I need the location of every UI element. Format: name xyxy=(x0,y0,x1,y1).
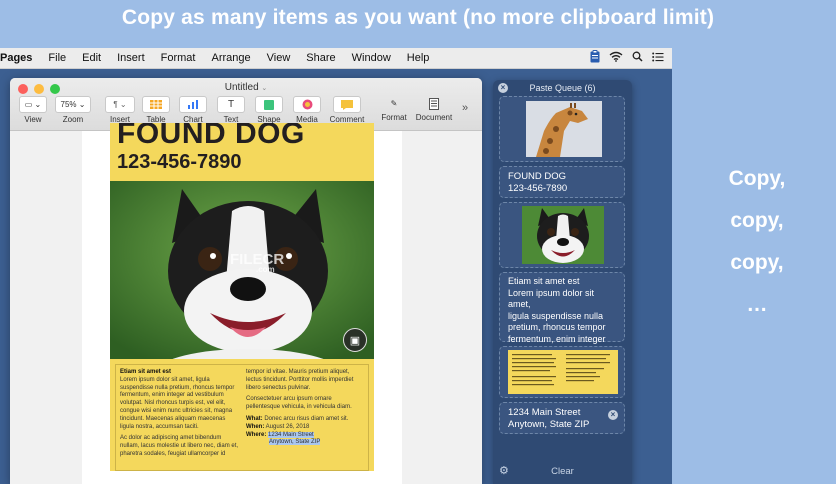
clear-button[interactable]: Clear xyxy=(493,466,632,477)
chart-icon xyxy=(179,96,207,113)
clipboard-icon[interactable] xyxy=(590,50,600,63)
toolbar-zoom[interactable]: 75% ⌄ Zoom xyxy=(54,96,92,124)
queue-text-line: ligula suspendisse nulla xyxy=(508,310,604,321)
flyer-column-1: Etiam sit amet est Lorem ipsum dolor sit… xyxy=(120,369,240,459)
paste-queue-footer: ⚙ Clear xyxy=(493,462,632,480)
queue-text-line: Anytown, State ZIP xyxy=(508,419,590,430)
giraffe-image xyxy=(526,101,602,157)
flyer-title: FOUND DOG xyxy=(117,123,305,150)
toolbar-insert[interactable]: ¶ ⌄ Insert xyxy=(104,96,136,124)
menu-view[interactable]: View xyxy=(259,52,299,64)
queue-item-giraffe[interactable] xyxy=(499,96,625,162)
toolbar-shape[interactable]: Shape xyxy=(254,96,284,124)
toolbar-overflow-icon[interactable]: » xyxy=(462,102,468,114)
queue-item-flyer[interactable] xyxy=(499,346,625,398)
queue-item-dog[interactable] xyxy=(499,202,625,268)
flyer-column-2: tempor id vitae. Mauris pretium aliquet,… xyxy=(246,369,366,447)
comment-icon xyxy=(333,96,361,113)
flyer-paragraph-3: tempor id vitae. Mauris pretium aliquet,… xyxy=(246,369,354,391)
close-icon[interactable]: × xyxy=(498,83,508,93)
queue-item-lorem[interactable]: Etiam sit amet est Lorem ipsum dolor sit… xyxy=(499,272,625,355)
queue-text-line: 1234 Main Street xyxy=(508,407,581,418)
toolbar-comment[interactable]: Comment xyxy=(328,96,366,124)
queue-item-address[interactable]: 1234 Main Street Anytown, State ZIP × xyxy=(499,402,625,434)
flyer: FOUND DOG 123-456-7890 ▣ FILECR .com Eti… xyxy=(110,123,374,471)
table-icon xyxy=(142,96,170,113)
document-icon xyxy=(421,96,447,111)
toolbar-text[interactable]: T Text xyxy=(216,96,246,124)
paste-queue-title: × Paste Queue (6) xyxy=(493,80,632,97)
menu-arrange[interactable]: Arrange xyxy=(203,52,258,64)
toolbar-chart[interactable]: Chart xyxy=(178,96,208,124)
menu-share[interactable]: Share xyxy=(298,52,343,64)
search-icon[interactable] xyxy=(632,51,643,62)
toolbar-document[interactable]: Document xyxy=(412,96,456,122)
flyer-paragraph-2: Ac dolor ac adipiscing amet bibendum nul… xyxy=(120,435,239,457)
menu-app-pages[interactable]: Pages xyxy=(0,52,40,64)
queue-text-line: 123-456-7890 xyxy=(508,183,568,194)
window-title: Untitled ⌄ xyxy=(224,82,268,93)
toolbar-view[interactable]: ▭ ⌄ View xyxy=(18,96,48,124)
paste-queue-panel: × Paste Queue (6) FOUND DOG 123-456-7890 xyxy=(493,80,632,484)
flyer-phone: 123-456-7890 xyxy=(117,151,242,173)
side-caption-line: … xyxy=(746,293,768,316)
flyer-when: When: August 26, 2018 xyxy=(246,423,310,430)
menu-file[interactable]: File xyxy=(40,52,74,64)
dog-image xyxy=(522,206,604,264)
toolbar-format[interactable]: ✎ Format xyxy=(378,96,410,122)
image-placeholder-icon[interactable]: ▣ xyxy=(343,328,367,352)
flyer-where: Where: 1234 Main Street Anytown, State ZI… xyxy=(246,431,321,446)
queue-item-found-dog[interactable]: FOUND DOG 123-456-7890 xyxy=(499,166,625,198)
queue-text-line: Lorem ipsum dolor sit amet, xyxy=(508,287,595,310)
menu-bar: Pages File Edit Insert Format Arrange Vi… xyxy=(0,48,672,69)
side-caption: Copy, copy, copy, … xyxy=(712,158,802,326)
text-icon: T xyxy=(217,96,245,113)
menu-insert[interactable]: Insert xyxy=(109,52,153,64)
wifi-icon[interactable] xyxy=(609,51,623,62)
watermark: FILECR .com xyxy=(230,251,285,274)
flyer-subheading: Etiam sit amet est xyxy=(120,369,172,375)
menu-help[interactable]: Help xyxy=(399,52,438,64)
toolbar-media[interactable]: Media xyxy=(292,96,322,124)
menu-edit[interactable]: Edit xyxy=(74,52,109,64)
menu-status-icons xyxy=(590,50,664,63)
menu-window[interactable]: Window xyxy=(344,52,399,64)
shape-icon xyxy=(255,96,283,113)
paragraph-icon: ¶ ⌄ xyxy=(105,96,135,113)
flyer-paragraph-4: Consectetuer arcu ipsum ornare pellentes… xyxy=(246,396,352,411)
remove-item-icon[interactable]: × xyxy=(608,410,618,420)
side-caption-line: copy, xyxy=(730,251,784,274)
flyer-thumbnail xyxy=(508,350,618,394)
flyer-details: Etiam sit amet est Lorem ipsum dolor sit… xyxy=(115,364,369,471)
headline: Copy as many items as you want (no more … xyxy=(121,6,715,29)
zoom-select[interactable]: 75% ⌄ xyxy=(55,96,91,113)
list-icon[interactable] xyxy=(652,52,664,62)
format-icon: ✎ xyxy=(390,99,398,108)
media-icon xyxy=(293,96,321,113)
toolbar-table[interactable]: Table xyxy=(141,96,171,124)
queue-text-line: FOUND DOG xyxy=(508,171,567,182)
view-icon: ▭ ⌄ xyxy=(19,96,47,113)
flyer-what: What: Donec arcu risus diam amet sit. xyxy=(246,415,349,422)
flyer-paragraph-1: Lorem ipsum dolor sit amet, ligula suspe… xyxy=(120,376,235,430)
queue-text-line: pretium, rhoncus tempor xyxy=(508,322,606,332)
queue-text-line: Etiam sit amet est xyxy=(508,276,580,286)
menu-format[interactable]: Format xyxy=(153,52,204,64)
side-caption-line: Copy, xyxy=(728,167,786,190)
side-caption-line: copy, xyxy=(730,209,784,232)
